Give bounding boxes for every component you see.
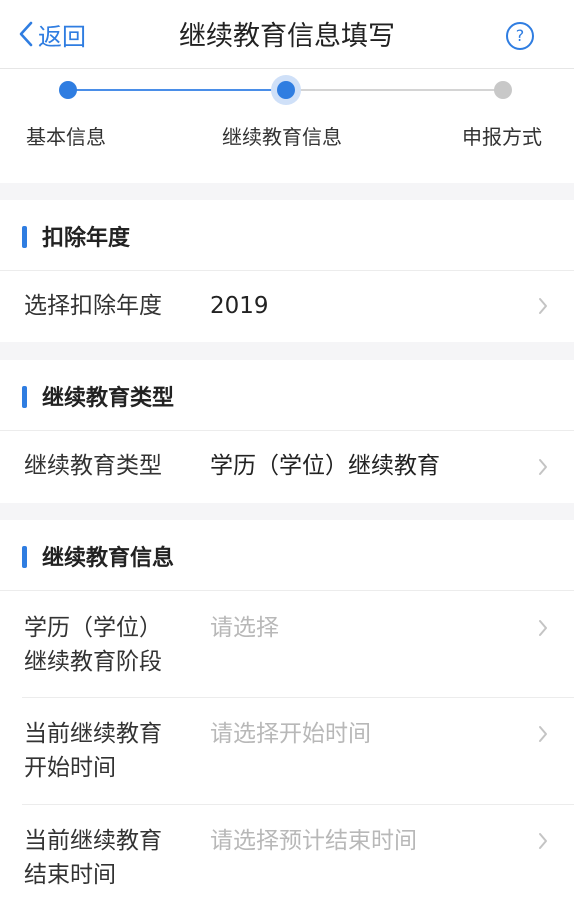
row-label-line: 结束时间 [24, 862, 116, 888]
step-label-basic-info: 基本信息 [26, 125, 106, 149]
nav-bar: 返回 继续教育信息填写 ? [0, 0, 574, 69]
section-header: 继续教育信息 [0, 520, 574, 591]
section-header: 继续教育类型 [0, 360, 574, 431]
start-time-row[interactable]: 当前继续教育 开始时间 请选择开始时间 [0, 698, 574, 805]
page-title: 继续教育信息填写 [179, 21, 395, 52]
section-accent-bar [22, 546, 27, 568]
row-label: 选择扣除年度 [24, 293, 162, 319]
row-placeholder: 请选择 [210, 615, 279, 641]
section-accent-bar [22, 386, 27, 408]
row-label-line: 学历（学位） [24, 615, 162, 641]
stepper-line-pending [286, 89, 503, 91]
row-label-line: 开始时间 [24, 755, 116, 781]
chevron-right-icon [539, 833, 547, 849]
step-label-filing-method: 申报方式 [462, 125, 542, 149]
section-deduction-year: 扣除年度 选择扣除年度 2019 [0, 200, 574, 342]
section-title: 继续教育类型 [42, 386, 175, 411]
row-label: 当前继续教育 开始时间 [24, 717, 162, 785]
row-value: 2019 [210, 293, 269, 319]
section-education-info: 继续教育信息 学历（学位） 继续教育阶段 请选择 当前继续教育 开始时间 请选择… [0, 520, 574, 918]
row-label: 继续教育类型 [24, 453, 162, 479]
chevron-right-icon [539, 620, 547, 636]
row-value: 学历（学位）继续教育 [210, 453, 440, 479]
section-education-type: 继续教育类型 继续教育类型 学历（学位）继续教育 [0, 360, 574, 503]
chevron-right-icon [539, 298, 547, 314]
section-accent-bar [22, 226, 27, 248]
step-label-education-info: 继续教育信息 [222, 125, 342, 149]
step-dot-pending [494, 81, 512, 99]
row-placeholder: 请选择开始时间 [210, 721, 371, 747]
deduction-year-row[interactable]: 选择扣除年度 2019 [0, 271, 574, 342]
chevron-right-icon [539, 726, 547, 742]
step-dot-completed [59, 81, 77, 99]
section-title: 扣除年度 [42, 226, 131, 251]
row-label: 学历（学位） 继续教育阶段 [24, 611, 162, 679]
row-placeholder: 请选择预计结束时间 [210, 828, 417, 854]
section-title: 继续教育信息 [42, 546, 175, 571]
help-icon[interactable]: ? [506, 22, 534, 50]
section-header: 扣除年度 [0, 200, 574, 271]
row-label-line: 当前继续教育 [24, 828, 162, 854]
stepper-line-completed [68, 89, 286, 91]
row-label: 当前继续教育 结束时间 [24, 824, 162, 892]
row-label-line: 当前继续教育 [24, 721, 162, 747]
chevron-right-icon [539, 459, 547, 475]
progress-stepper: 基本信息 继续教育信息 申报方式 [0, 69, 574, 183]
end-time-row[interactable]: 当前继续教育 结束时间 请选择预计结束时间 [0, 805, 574, 917]
education-type-row[interactable]: 继续教育类型 学历（学位）继续教育 [0, 431, 574, 503]
step-dot-current [271, 75, 301, 105]
education-stage-row[interactable]: 学历（学位） 继续教育阶段 请选择 [0, 591, 574, 698]
row-label-line: 继续教育阶段 [24, 649, 162, 675]
